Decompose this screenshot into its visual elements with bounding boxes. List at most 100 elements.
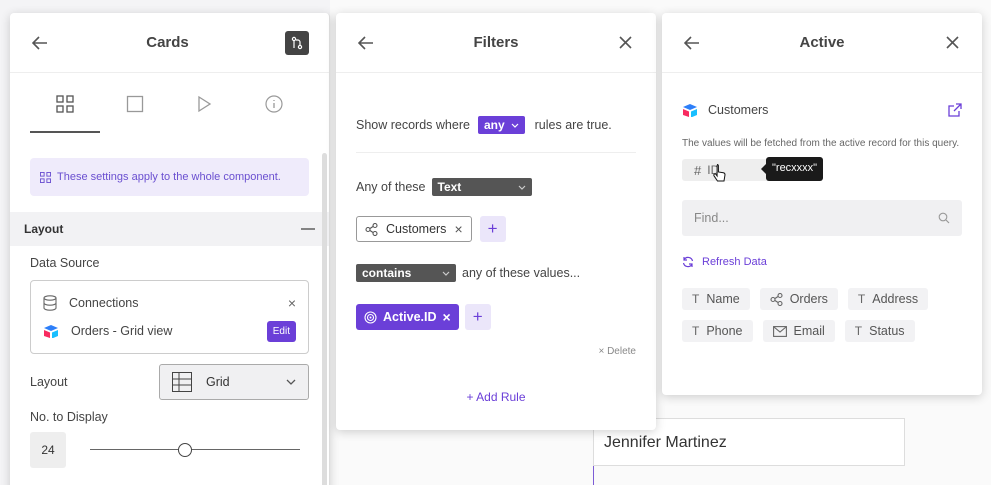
cards-panel-header: Cards: [10, 13, 329, 73]
table-row: Customers: [682, 103, 962, 117]
field-chip-status[interactable]: T Status: [844, 320, 915, 342]
field-label: Name: [706, 292, 740, 306]
layout-select[interactable]: Grid: [159, 364, 309, 400]
operator-row: contains any of these values...: [356, 264, 636, 282]
close-icon[interactable]: [616, 33, 636, 53]
divider: [356, 152, 636, 153]
value-chip[interactable]: Active.ID ×: [356, 304, 459, 330]
value-chip-label: Active.ID: [383, 310, 437, 324]
canvas-selection-line: [593, 466, 594, 485]
match-mode-value: any: [483, 118, 505, 132]
layout-value: Grid: [206, 375, 230, 389]
add-field-button[interactable]: +: [479, 216, 506, 242]
type-row: Any of these Text: [356, 178, 636, 196]
chevron-down-icon: [518, 185, 525, 190]
collapse-icon[interactable]: [301, 228, 315, 230]
refresh-data-button[interactable]: Refresh Data: [682, 256, 962, 268]
panel-title: Active: [799, 34, 845, 51]
remove-value-icon[interactable]: ×: [443, 309, 451, 325]
layout-section-header[interactable]: Layout: [10, 212, 329, 246]
display-count-input[interactable]: 24: [30, 432, 66, 468]
settings-button[interactable]: [285, 30, 309, 55]
id-tooltip: "recxxxx": [760, 157, 824, 181]
mail-icon: [772, 325, 787, 337]
slider-thumb[interactable]: [177, 443, 192, 457]
tab-layout[interactable]: [30, 93, 100, 133]
type-value: Text: [437, 180, 462, 194]
add-value-button[interactable]: +: [464, 304, 491, 330]
component-notice: These settings apply to the whole compon…: [30, 158, 309, 196]
field-chip-name[interactable]: T Name: [682, 288, 750, 310]
airtable-icon: [683, 104, 697, 117]
operator-value: contains: [362, 266, 412, 280]
delete-rule-button[interactable]: × Delete: [356, 346, 636, 357]
find-placeholder: Find...: [694, 211, 729, 225]
close-icon[interactable]: [942, 33, 962, 53]
remove-chip-icon[interactable]: ×: [454, 221, 462, 237]
panel-scrollbar[interactable]: [322, 153, 327, 485]
external-link-icon[interactable]: [948, 103, 962, 117]
field-chip-address[interactable]: T Address: [847, 288, 929, 310]
source-name: Orders - Grid view: [71, 324, 173, 338]
search-icon: [938, 212, 950, 224]
match-row: Show records where any rules are true.: [356, 116, 636, 134]
chevron-down-icon: [511, 123, 519, 128]
field-row: Customers × +: [356, 216, 636, 242]
hash-icon: #: [694, 162, 702, 178]
layout-label: Layout: [30, 375, 68, 389]
notice-text: These settings apply to the whole compon…: [57, 171, 281, 183]
field-label: Orders: [789, 292, 828, 306]
connections-row[interactable]: Connections ×: [43, 289, 296, 317]
field-chip-phone[interactable]: T Phone: [682, 320, 753, 342]
chevron-down-icon: [442, 271, 450, 276]
refresh-label: Refresh Data: [702, 256, 767, 268]
add-rule-button[interactable]: + Add Rule: [356, 390, 636, 404]
text-icon: T: [692, 324, 700, 338]
section-title: Layout: [24, 222, 64, 236]
display-count-slider[interactable]: [90, 443, 300, 457]
match-mode-select[interactable]: any: [477, 116, 525, 134]
field-chip-email[interactable]: Email: [762, 320, 835, 342]
field-chip-orders[interactable]: Orders: [759, 288, 838, 310]
edit-source-button[interactable]: Edit: [266, 320, 296, 342]
panel-title: Cards: [146, 34, 189, 51]
display-label: No. to Display: [30, 410, 108, 424]
database-icon: [43, 295, 57, 311]
active-panel-header: Active: [662, 13, 982, 73]
cards-panel: Cards These settings apply to the whole …: [10, 13, 330, 485]
back-arrow-icon[interactable]: [30, 33, 50, 53]
field-list: T Name Orders T Address T Phone Email T Stat…: [682, 288, 962, 342]
back-arrow-icon[interactable]: [682, 33, 702, 53]
chevron-down-icon: [286, 379, 296, 385]
grid-layout-icon: [172, 372, 192, 392]
source-row[interactable]: Orders - Grid view Edit: [43, 317, 296, 345]
field-label: Email: [793, 324, 825, 338]
operator-select[interactable]: contains: [356, 264, 456, 282]
back-arrow-icon[interactable]: [356, 33, 376, 53]
data-source-label: Data Source: [30, 256, 100, 270]
tab-actions[interactable]: [170, 93, 240, 133]
any-of-these-label: Any of these: [356, 180, 426, 194]
slider-track: [90, 449, 300, 450]
tab-style[interactable]: [100, 93, 170, 133]
grid-icon: [56, 95, 74, 113]
active-panel: Active Customers The values will be fetc…: [662, 13, 982, 395]
component-tabs: [30, 93, 309, 133]
remove-source-icon[interactable]: ×: [288, 295, 296, 311]
find-input[interactable]: Find...: [682, 200, 962, 236]
layout-row: Layout Grid: [30, 364, 309, 400]
customers-field-chip[interactable]: Customers ×: [356, 216, 472, 242]
git-branch-icon: [291, 36, 303, 49]
type-select[interactable]: Text: [431, 178, 532, 196]
text-icon: T: [854, 324, 863, 338]
tab-info[interactable]: [239, 93, 309, 133]
show-prefix: Show records where: [356, 118, 470, 132]
text-icon: T: [857, 292, 866, 306]
field-label: Phone: [706, 324, 743, 338]
data-source-box: Connections × Orders - Grid view Edit: [30, 280, 309, 354]
link-icon: [770, 292, 783, 306]
show-suffix: rules are true.: [534, 118, 612, 132]
display-row: 24: [30, 432, 309, 468]
field-label: Status: [869, 324, 905, 338]
link-icon: [365, 222, 378, 236]
